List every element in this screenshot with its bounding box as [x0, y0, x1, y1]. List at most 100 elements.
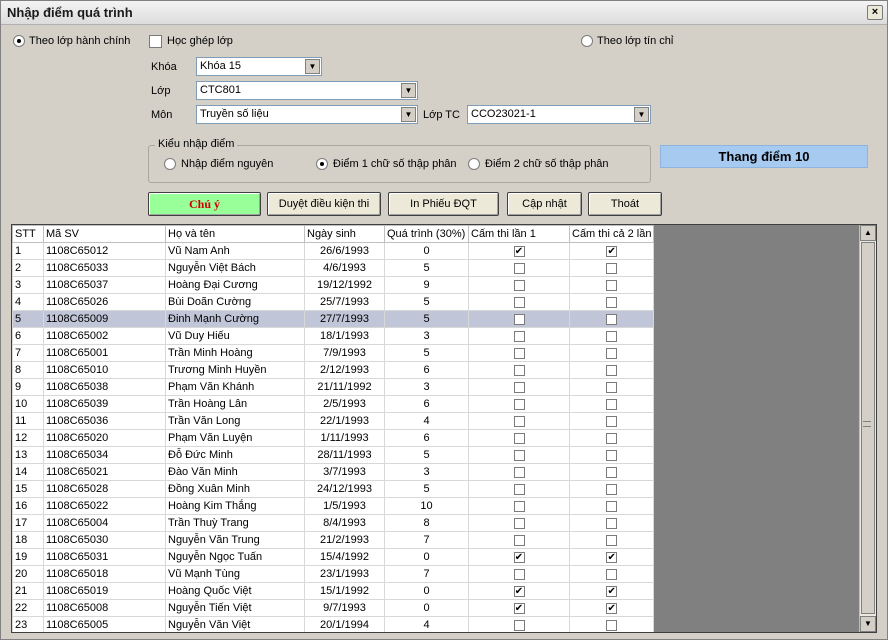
cell-student-id[interactable]: 1108C65036	[43, 412, 166, 430]
cell-process-score[interactable]: 7	[384, 565, 469, 583]
ban-first-checkbox[interactable]	[513, 619, 525, 631]
loptc-select[interactable]: CCO23021-1 ▼	[467, 105, 651, 124]
ban-first-checkbox[interactable]	[513, 466, 525, 478]
cell-student-id[interactable]: 1108C65012	[43, 242, 166, 260]
cell-stt[interactable]: 7	[12, 344, 44, 362]
cell-name[interactable]: Trần Văn Long	[165, 412, 305, 430]
ban-both-checkbox[interactable]	[606, 466, 618, 478]
ban-first-checkbox[interactable]	[513, 364, 525, 376]
ban-both-checkbox[interactable]	[606, 449, 618, 461]
table-row[interactable]: 6 1108C65002 Vũ Duy Hiếu 18/1/1993 3	[12, 327, 655, 345]
ban-both-checkbox[interactable]	[606, 296, 618, 308]
table-row[interactable]: 5 1108C65009 Đinh Mạnh Cường 27/7/1993 5	[12, 310, 655, 328]
cell-name[interactable]: Nguyễn Tiến Việt	[165, 599, 305, 617]
cell-process-score[interactable]: 4	[384, 616, 469, 632]
cell-name[interactable]: Nguyễn Ngọc Tuấn	[165, 548, 305, 566]
by-credit-radio[interactable]	[581, 35, 593, 47]
cell-stt[interactable]: 21	[12, 582, 44, 600]
cell-birthdate[interactable]: 15/4/1992	[304, 548, 385, 566]
cell-student-id[interactable]: 1108C65009	[43, 310, 166, 328]
table-row[interactable]: 7 1108C65001 Trần Minh Hoàng 7/9/1993 5	[12, 344, 655, 362]
cell-stt[interactable]: 12	[12, 429, 44, 447]
cell-name[interactable]: Trương Minh Huyền	[165, 361, 305, 379]
cell-birthdate[interactable]: 1/5/1993	[304, 497, 385, 515]
table-row[interactable]: 2 1108C65033 Nguyễn Việt Bách 4/6/1993 5	[12, 259, 655, 277]
ban-first-checkbox[interactable]	[513, 398, 525, 410]
review-conditions-button[interactable]: Duyệt điều kiện thi	[267, 192, 381, 216]
ban-both-checkbox[interactable]	[606, 432, 618, 444]
cell-stt[interactable]: 14	[12, 463, 44, 481]
cell-student-id[interactable]: 1108C65028	[43, 480, 166, 498]
table-row[interactable]: 9 1108C65038 Phạm Văn Khánh 21/11/1992 3	[12, 378, 655, 396]
update-button[interactable]: Cập nhật	[507, 192, 582, 216]
cell-name[interactable]: Trần Minh Hoàng	[165, 344, 305, 362]
cell-student-id[interactable]: 1108C65010	[43, 361, 166, 379]
ban-first-checkbox[interactable]	[513, 517, 525, 529]
cell-birthdate[interactable]: 7/9/1993	[304, 344, 385, 362]
table-row[interactable]: 10 1108C65039 Trần Hoàng Lân 2/5/1993 6	[12, 395, 655, 413]
cell-process-score[interactable]: 6	[384, 429, 469, 447]
table-row[interactable]: 4 1108C65026 Bùi Doãn Cường 25/7/1993 5	[12, 293, 655, 311]
ban-both-checkbox[interactable]	[606, 364, 618, 376]
cell-process-score[interactable]: 9	[384, 276, 469, 294]
cell-birthdate[interactable]: 4/6/1993	[304, 259, 385, 277]
khoa-select[interactable]: Khóa 15 ▼	[196, 57, 322, 76]
table-row[interactable]: 20 1108C65018 Vũ Mạnh Tùng 23/1/1993 7	[12, 565, 655, 583]
ban-first-checkbox[interactable]	[513, 347, 525, 359]
cell-stt[interactable]: 22	[12, 599, 44, 617]
cell-process-score[interactable]: 6	[384, 361, 469, 379]
integer-radio[interactable]	[164, 158, 176, 170]
cell-birthdate[interactable]: 19/12/1992	[304, 276, 385, 294]
cell-stt[interactable]: 17	[12, 514, 44, 532]
ban-both-checkbox[interactable]	[606, 398, 618, 410]
ban-both-checkbox[interactable]	[606, 517, 618, 529]
cell-stt[interactable]: 16	[12, 497, 44, 515]
cell-process-score[interactable]: 5	[384, 259, 469, 277]
cell-student-id[interactable]: 1108C65033	[43, 259, 166, 277]
cell-stt[interactable]: 5	[12, 310, 44, 328]
scroll-up-icon[interactable]: ▲	[860, 225, 876, 241]
table-row[interactable]: 8 1108C65010 Trương Minh Huyền 2/12/1993 6	[12, 361, 655, 379]
table-row[interactable]: 22 1108C65008 Nguyễn Tiến Việt 9/7/1993 0 ✔ ✔	[12, 599, 655, 617]
table-row[interactable]: 13 1108C65034 Đỗ Đức Minh 28/11/1993 5	[12, 446, 655, 464]
ban-first-checkbox[interactable]	[513, 483, 525, 495]
ban-both-checkbox[interactable]: ✔	[606, 602, 618, 614]
col-header-name[interactable]: Họ và tên	[165, 225, 305, 243]
cell-student-id[interactable]: 1108C65039	[43, 395, 166, 413]
cell-birthdate[interactable]: 23/1/1993	[304, 565, 385, 583]
cell-stt[interactable]: 1	[12, 242, 44, 260]
ban-first-checkbox[interactable]	[513, 415, 525, 427]
cell-birthdate[interactable]: 15/1/1992	[304, 582, 385, 600]
ban-both-checkbox[interactable]	[606, 619, 618, 631]
cell-name[interactable]: Hoàng Quốc Việt	[165, 582, 305, 600]
cell-student-id[interactable]: 1108C65026	[43, 293, 166, 311]
close-button[interactable]: ×	[867, 5, 883, 20]
cell-stt[interactable]: 4	[12, 293, 44, 311]
cell-name[interactable]: Đinh Mạnh Cường	[165, 310, 305, 328]
cell-student-id[interactable]: 1108C65020	[43, 429, 166, 447]
ban-first-checkbox[interactable]: ✔	[513, 585, 525, 597]
cell-name[interactable]: Hoàng Đại Cương	[165, 276, 305, 294]
table-row[interactable]: 18 1108C65030 Nguyễn Văn Trung 21/2/1993 7	[12, 531, 655, 549]
ban-first-checkbox[interactable]	[513, 568, 525, 580]
cell-process-score[interactable]: 0	[384, 242, 469, 260]
exit-button[interactable]: Thoát	[588, 192, 662, 216]
cell-name[interactable]: Đào Văn Minh	[165, 463, 305, 481]
cell-name[interactable]: Vũ Mạnh Tùng	[165, 565, 305, 583]
col-header-stt[interactable]: STT	[12, 225, 44, 243]
ban-both-checkbox[interactable]	[606, 381, 618, 393]
cell-birthdate[interactable]: 27/7/1993	[304, 310, 385, 328]
ban-first-checkbox[interactable]: ✔	[513, 602, 525, 614]
ban-first-checkbox[interactable]	[513, 313, 525, 325]
cell-stt[interactable]: 20	[12, 565, 44, 583]
cell-process-score[interactable]: 0	[384, 582, 469, 600]
by-class-radio[interactable]	[13, 35, 25, 47]
cell-process-score[interactable]: 6	[384, 395, 469, 413]
cell-student-id[interactable]: 1108C65030	[43, 531, 166, 549]
ban-both-checkbox[interactable]	[606, 415, 618, 427]
ban-first-checkbox[interactable]	[513, 330, 525, 342]
cell-birthdate[interactable]: 9/7/1993	[304, 599, 385, 617]
cell-process-score[interactable]: 3	[384, 378, 469, 396]
ban-both-checkbox[interactable]	[606, 313, 618, 325]
ban-first-checkbox[interactable]	[513, 296, 525, 308]
